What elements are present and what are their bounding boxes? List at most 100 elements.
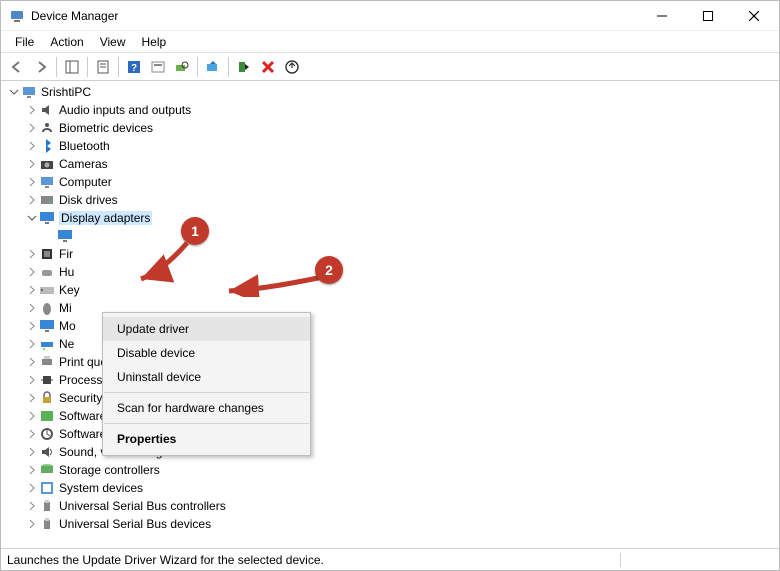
device-manager-icon <box>9 8 25 24</box>
chevron-right-icon[interactable] <box>25 103 39 117</box>
category-label: Storage controllers <box>59 463 160 477</box>
chevron-down-icon[interactable] <box>25 211 39 225</box>
computer-icon <box>21 84 37 100</box>
device-category-icon <box>39 264 55 280</box>
separator <box>104 423 309 424</box>
category-item[interactable]: Computer <box>25 173 779 191</box>
chevron-right-icon[interactable] <box>25 337 39 351</box>
category-label: Mo <box>59 319 76 333</box>
device-category-icon <box>39 318 55 334</box>
minimize-button[interactable] <box>639 1 685 31</box>
chevron-right-icon[interactable] <box>25 157 39 171</box>
uninstall-device-icon[interactable] <box>280 55 304 79</box>
chevron-right-icon[interactable] <box>25 193 39 207</box>
chevron-right-icon[interactable] <box>25 301 39 315</box>
chevron-right-icon[interactable] <box>25 445 39 459</box>
menu-view[interactable]: View <box>92 33 134 51</box>
help-icon[interactable]: ? <box>122 55 146 79</box>
chevron-right-icon[interactable] <box>25 409 39 423</box>
chevron-right-icon[interactable] <box>25 265 39 279</box>
category-item[interactable]: Universal Serial Bus controllers <box>25 497 779 515</box>
chevron-right-icon[interactable] <box>25 319 39 333</box>
tree-root-label: SrishtiPC <box>41 85 91 99</box>
status-text: Launches the Update Driver Wizard for th… <box>7 553 621 567</box>
category-label: Computer <box>59 175 112 189</box>
ctx-disable-device[interactable]: Disable device <box>103 341 310 365</box>
device-category-icon <box>39 462 55 478</box>
menu-action[interactable]: Action <box>42 33 91 51</box>
category-item[interactable]: Biometric devices <box>25 119 779 137</box>
device-category-icon <box>39 444 55 460</box>
chevron-right-icon[interactable] <box>25 499 39 513</box>
show-hide-tree-icon[interactable] <box>60 55 84 79</box>
device-category-icon <box>39 246 55 262</box>
ctx-update-driver[interactable]: Update driver <box>103 317 310 341</box>
back-icon[interactable] <box>5 55 29 79</box>
device-category-icon <box>39 480 55 496</box>
device-category-icon <box>39 282 55 298</box>
category-label: Display adapters <box>59 211 152 225</box>
toolbar: ? <box>1 53 779 81</box>
category-label: Mi <box>59 301 72 315</box>
category-item[interactable]: Bluetooth <box>25 137 779 155</box>
enable-device-icon[interactable] <box>232 55 256 79</box>
ctx-uninstall-device[interactable]: Uninstall device <box>103 365 310 389</box>
device-category-icon <box>39 210 55 226</box>
category-item[interactable]: Audio inputs and outputs <box>25 101 779 119</box>
chevron-right-icon[interactable] <box>25 139 39 153</box>
device-category-icon <box>39 300 55 316</box>
titlebar: Device Manager <box>1 1 779 31</box>
category-item[interactable]: Disk drives <box>25 191 779 209</box>
chevron-down-icon[interactable] <box>7 85 21 99</box>
device-category-icon <box>39 498 55 514</box>
chevron-right-icon[interactable] <box>25 373 39 387</box>
category-label: System devices <box>59 481 143 495</box>
category-item[interactable]: Key <box>25 281 779 299</box>
menu-file[interactable]: File <box>7 33 42 51</box>
category-label: Universal Serial Bus controllers <box>59 499 226 513</box>
device-category-icon <box>39 156 55 172</box>
callout-arrow-icon <box>223 273 327 297</box>
device-category-icon <box>39 372 55 388</box>
properties-icon[interactable] <box>91 55 115 79</box>
category-item[interactable]: System devices <box>25 479 779 497</box>
category-item[interactable]: Display adapters <box>25 209 779 227</box>
chevron-right-icon[interactable] <box>25 283 39 297</box>
chevron-right-icon[interactable] <box>25 247 39 261</box>
menu-help[interactable]: Help <box>134 33 175 51</box>
maximize-button[interactable] <box>685 1 731 31</box>
svg-text:?: ? <box>131 63 137 74</box>
category-item[interactable]: Cameras <box>25 155 779 173</box>
disable-device-icon[interactable] <box>256 55 280 79</box>
device-category-icon <box>39 174 55 190</box>
update-driver-icon[interactable] <box>201 55 225 79</box>
category-label: Fir <box>59 247 73 261</box>
chevron-right-icon[interactable] <box>25 121 39 135</box>
device-category-icon <box>39 408 55 424</box>
category-label: Audio inputs and outputs <box>59 103 191 117</box>
action-icon[interactable] <box>146 55 170 79</box>
forward-icon[interactable] <box>29 55 53 79</box>
chevron-right-icon[interactable] <box>25 175 39 189</box>
chevron-right-icon[interactable] <box>25 391 39 405</box>
category-item[interactable]: Storage controllers <box>25 461 779 479</box>
device-category-icon <box>39 336 55 352</box>
ctx-scan-hardware[interactable]: Scan for hardware changes <box>103 396 310 420</box>
chevron-right-icon[interactable] <box>25 427 39 441</box>
ctx-properties[interactable]: Properties <box>103 427 310 451</box>
category-label: Ne <box>59 337 74 351</box>
separator <box>104 392 309 393</box>
device-category-icon <box>39 390 55 406</box>
chevron-right-icon[interactable] <box>25 463 39 477</box>
device-category-icon <box>39 192 55 208</box>
tree-root[interactable]: SrishtiPC <box>7 83 779 101</box>
chevron-right-icon[interactable] <box>25 355 39 369</box>
category-item[interactable]: Universal Serial Bus devices <box>25 515 779 533</box>
menubar: File Action View Help <box>1 31 779 53</box>
category-label: Bluetooth <box>59 139 110 153</box>
scan-icon[interactable] <box>170 55 194 79</box>
chevron-right-icon[interactable] <box>25 517 39 531</box>
chevron-right-icon[interactable] <box>25 481 39 495</box>
close-button[interactable] <box>731 1 777 31</box>
callout-arrow-icon <box>133 239 191 283</box>
